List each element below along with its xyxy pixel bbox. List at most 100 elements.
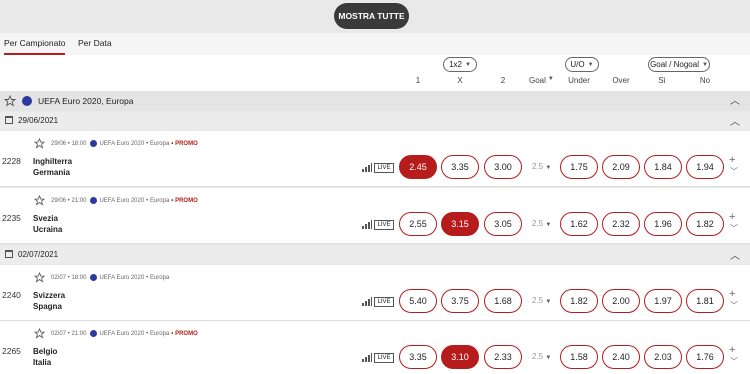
stats-icon[interactable]	[362, 297, 372, 306]
star-icon[interactable]	[34, 138, 45, 149]
competition-header[interactable]: UEFA Euro 2020, Europa ︿	[0, 91, 750, 111]
event-datetime: 02/07 • 21:00	[51, 330, 87, 337]
col-header-x: X	[457, 76, 463, 85]
plus-icon[interactable]: +	[729, 211, 735, 223]
event-row[interactable]: 2265 02/07 • 21:00 UEFA Euro 2020 • Europa •…	[0, 321, 750, 374]
chevron-down-icon[interactable]: ﹀	[730, 300, 738, 311]
chevron-up-icon[interactable]: ︿	[730, 247, 740, 262]
date-group-header[interactable]: 02/07/2021 ︿	[0, 246, 750, 264]
odd-button-goal[interactable]: 1.96	[644, 212, 682, 236]
event-region: • Europa	[146, 330, 170, 337]
goal-line-select[interactable]: Goal ▼	[529, 76, 554, 85]
home-team: Svizzera	[33, 291, 66, 300]
live-badge[interactable]: LIVE	[374, 220, 394, 230]
odd-button-2[interactable]: 2.33	[484, 345, 522, 369]
caret-down-icon: ▼	[587, 61, 594, 68]
odd-button-x[interactable]: 3.75	[441, 289, 479, 313]
flag-icon	[90, 330, 98, 337]
stats-icon[interactable]	[362, 353, 372, 362]
chevron-down-icon[interactable]: ﹀	[730, 356, 738, 367]
event-row[interactable]: 2240 02/07 • 18:00 UEFA Euro 2020 • Europa S…	[0, 265, 750, 321]
plus-icon[interactable]: +	[729, 344, 735, 356]
goal-line-select[interactable]: 2.5 ▼	[532, 162, 551, 171]
odd-button-nogoal[interactable]: 1.76	[686, 345, 724, 369]
market-select-goal-nogoal[interactable]: Goal / Nogoal ▼	[648, 57, 710, 72]
home-team: Svezia	[33, 214, 58, 223]
odd-button-nogoal[interactable]: 1.82	[686, 212, 724, 236]
plus-icon[interactable]: +	[729, 288, 735, 300]
home-team: Belgio	[33, 347, 58, 356]
flag-icon	[22, 96, 32, 106]
odd-button-under[interactable]: 1.75	[560, 155, 598, 179]
event-datetime: 29/06 • 18:00	[51, 140, 87, 147]
chevron-up-icon[interactable]: ︿	[730, 113, 740, 128]
odd-button-1[interactable]: 2.45	[399, 155, 437, 179]
away-team: Ucraina	[33, 225, 63, 234]
event-league: UEFA Euro 2020	[99, 330, 145, 337]
odd-button-nogoal[interactable]: 1.81	[686, 289, 724, 313]
odd-button-x[interactable]: 3.35	[441, 155, 479, 179]
plus-icon[interactable]: +	[729, 154, 735, 166]
odd-button-over[interactable]: 2.40	[602, 345, 640, 369]
event-meta: 02/07 • 18:00 UEFA Euro 2020 • Europa	[51, 274, 171, 281]
chevron-up-icon[interactable]: ︿	[730, 92, 740, 107]
stats-icon[interactable]	[362, 220, 372, 229]
star-icon[interactable]	[34, 328, 45, 339]
event-datetime: 02/07 • 18:00	[51, 274, 87, 281]
col-header-no: No	[699, 76, 711, 85]
caret-down-icon: ▼	[545, 355, 552, 361]
event-row[interactable]: 2228 29/06 • 18:00 UEFA Euro 2020 • Europa •…	[0, 131, 750, 187]
odd-button-x[interactable]: 3.15	[441, 212, 479, 236]
odd-button-1[interactable]: 3.35	[399, 345, 437, 369]
star-icon[interactable]	[4, 95, 16, 107]
odd-button-2[interactable]: 3.05	[484, 212, 522, 236]
live-badge[interactable]: LIVE	[374, 163, 394, 173]
odd-button-over[interactable]: 2.09	[602, 155, 640, 179]
odd-button-x[interactable]: 3.10	[441, 345, 479, 369]
chevron-down-icon[interactable]: ﹀	[730, 223, 738, 234]
event-league: UEFA Euro 2020	[99, 197, 145, 204]
odd-button-under[interactable]: 1.58	[560, 345, 598, 369]
odd-button-goal[interactable]: 2.03	[644, 345, 682, 369]
odd-button-1[interactable]: 5.40	[399, 289, 437, 313]
odd-button-goal[interactable]: 1.97	[644, 289, 682, 313]
event-league: UEFA Euro 2020	[99, 274, 145, 281]
event-meta: 02/07 • 21:00 UEFA Euro 2020 • Europa • PRO…	[51, 330, 198, 337]
odd-button-goal[interactable]: 1.84	[644, 155, 682, 179]
away-team: Italia	[33, 358, 52, 367]
odd-button-2[interactable]: 1.68	[484, 289, 522, 313]
chevron-down-icon[interactable]: ﹀	[730, 166, 738, 177]
event-region: • Europa	[146, 274, 170, 281]
event-league: UEFA Euro 2020	[99, 140, 145, 147]
stats-icon[interactable]	[362, 163, 372, 172]
calendar-icon	[5, 250, 13, 258]
star-icon[interactable]	[34, 195, 45, 206]
goal-line-select[interactable]: 2.5 ▼	[532, 219, 551, 228]
caret-down-icon: ▼	[464, 61, 471, 68]
star-icon[interactable]	[34, 272, 45, 283]
promo-badge: • PROMO	[171, 140, 198, 147]
goal-line-select[interactable]: 2.5 ▼	[532, 352, 551, 361]
odd-button-2[interactable]: 3.00	[484, 155, 522, 179]
event-code: 2235	[2, 213, 21, 223]
show-all-button[interactable]: MOSTRA TUTTE	[334, 3, 409, 29]
odd-button-1[interactable]: 2.55	[399, 212, 437, 236]
flag-icon	[90, 197, 98, 204]
live-badge[interactable]: LIVE	[374, 353, 394, 363]
odd-button-over[interactable]: 2.00	[602, 289, 640, 313]
tab-per-campionato[interactable]: Per Campionato	[4, 33, 66, 55]
tab-per-data[interactable]: Per Data	[78, 33, 112, 55]
odd-button-under[interactable]: 1.82	[560, 289, 598, 313]
market-select-uo[interactable]: U/O ▼	[565, 57, 599, 72]
goal-line-select[interactable]: 2.5 ▼	[532, 296, 551, 305]
away-team: Germania	[33, 168, 70, 177]
live-badge[interactable]: LIVE	[374, 297, 394, 307]
event-row[interactable]: 2235 29/06 • 21:00 UEFA Euro 2020 • Europa •…	[0, 188, 750, 244]
market-select-1x2[interactable]: 1x2 ▼	[443, 57, 477, 72]
date-group-header[interactable]: 29/06/2021 ︿	[0, 112, 750, 130]
odd-button-under[interactable]: 1.62	[560, 212, 598, 236]
odd-button-nogoal[interactable]: 1.94	[686, 155, 724, 179]
odd-button-over[interactable]: 2.32	[602, 212, 640, 236]
caret-down-icon: ▼	[545, 222, 552, 228]
away-team: Spagna	[33, 302, 62, 311]
